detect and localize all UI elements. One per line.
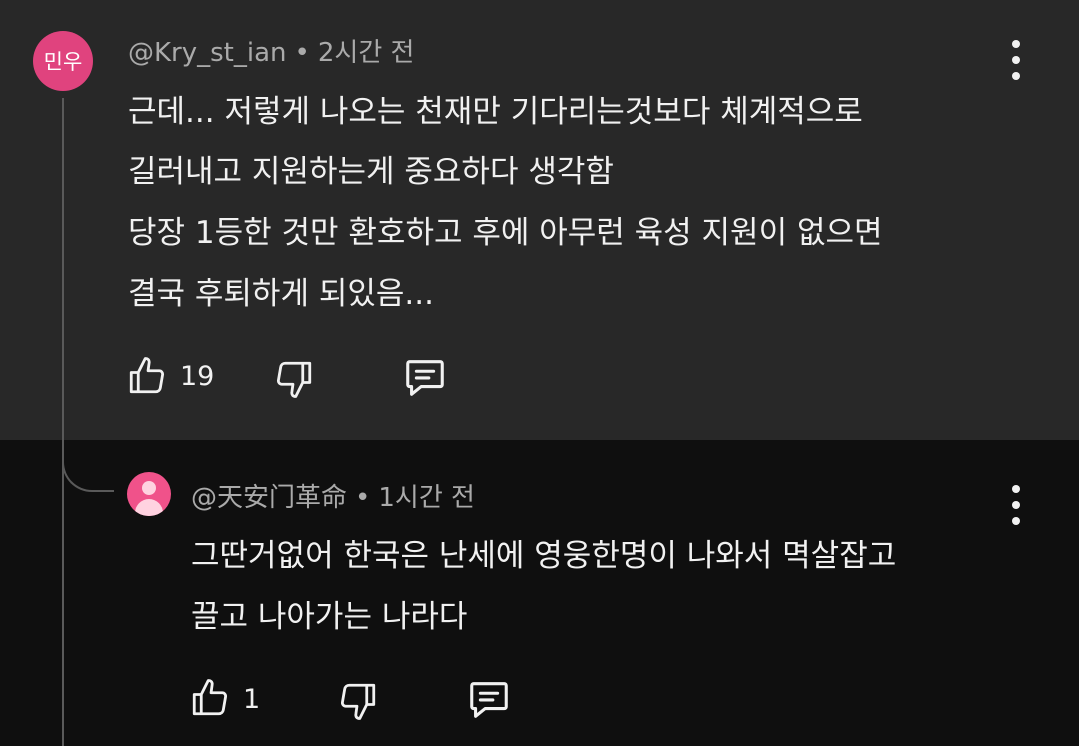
meta-separator: •	[294, 38, 310, 68]
reply-icon[interactable]	[466, 676, 512, 722]
comment-timestamp: 2시간 전	[317, 38, 415, 68]
comment-text-line: 당장 1등한 것만 환호하고 후에 아무런 육성 지원이 없으면	[128, 215, 883, 251]
comment-username[interactable]: @Kry_st_ian	[128, 38, 287, 68]
reply-text-line: 끌고 나아가는 나라다	[191, 599, 468, 635]
like-count: 19	[180, 361, 215, 392]
avatar[interactable]	[127, 472, 171, 516]
avatar-head	[142, 481, 156, 495]
reply-text-line: 그딴거없어 한국은 난세에 영웅한명이 나와서 멱살잡고	[191, 538, 897, 574]
thumbs-up-icon[interactable]	[189, 677, 231, 719]
reply-username[interactable]: @天安门革命	[191, 483, 347, 513]
meta-separator: •	[355, 483, 371, 513]
comment-meta: @Kry_st_ian • 2시간 전	[128, 32, 414, 69]
reply-meta: @天安门革命 • 1시간 전	[191, 477, 475, 514]
avatar-text: 민우	[43, 50, 83, 74]
comment-text-line: 결국 후퇴하게 되있음...	[128, 276, 434, 312]
thumbs-up-icon[interactable]	[126, 355, 168, 397]
thumbs-down-icon[interactable]	[337, 680, 379, 722]
like-count: 1	[243, 684, 261, 715]
thread-line	[62, 98, 64, 746]
thumbs-down-icon[interactable]	[273, 358, 315, 400]
more-vert-icon[interactable]	[1011, 40, 1021, 80]
reply-icon[interactable]	[402, 354, 448, 400]
more-vert-icon[interactable]	[1011, 485, 1021, 525]
comment-text-line: 길러내고 지원하는게 중요하다 생각함	[128, 154, 614, 190]
avatar[interactable]: 민우	[33, 31, 93, 91]
reply-timestamp: 1시간 전	[378, 483, 475, 513]
comment-text-line: 근데... 저렇게 나오는 천재만 기다리는것보다 체계적으로	[128, 94, 863, 130]
avatar-body	[135, 499, 163, 516]
